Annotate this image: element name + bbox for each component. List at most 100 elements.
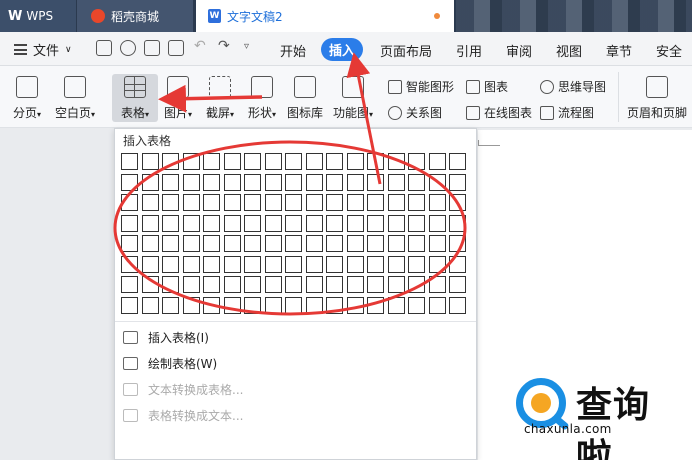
- tab-document[interactable]: W 文字文稿2: [196, 0, 454, 32]
- menu-insert[interactable]: 插入: [321, 38, 364, 61]
- smartart-button[interactable]: 智能图形: [388, 78, 454, 95]
- shape-button[interactable]: 形状▾: [242, 76, 282, 121]
- grid-cell[interactable]: [285, 173, 302, 191]
- grid-cell[interactable]: [408, 276, 425, 293]
- grid-cell[interactable]: [285, 296, 302, 314]
- grid-cell[interactable]: [121, 296, 138, 314]
- grid-cell[interactable]: [387, 276, 405, 293]
- grid-cell[interactable]: [428, 276, 446, 293]
- grid-cell[interactable]: [428, 255, 446, 273]
- grid-cell[interactable]: [367, 296, 384, 314]
- relation-chart-button[interactable]: 关系图: [388, 104, 442, 121]
- flowchart-button[interactable]: 流程图: [540, 104, 594, 121]
- grid-cell[interactable]: [326, 214, 343, 232]
- grid-cell[interactable]: [449, 276, 466, 293]
- grid-cell[interactable]: [387, 173, 405, 191]
- print-icon[interactable]: [144, 40, 160, 56]
- grid-cell[interactable]: [408, 214, 425, 232]
- grid-cell[interactable]: [285, 276, 302, 293]
- grid-cell[interactable]: [449, 173, 466, 191]
- grid-cell[interactable]: [408, 255, 425, 273]
- grid-cell[interactable]: [285, 255, 302, 273]
- grid-cell[interactable]: [326, 153, 343, 170]
- grid-cell[interactable]: [387, 194, 405, 211]
- grid-cell[interactable]: [305, 255, 323, 273]
- grid-cell[interactable]: [449, 214, 466, 232]
- tab-shop[interactable]: 稻壳商城: [77, 0, 193, 32]
- grid-cell[interactable]: [182, 255, 200, 273]
- grid-cell[interactable]: [387, 255, 405, 273]
- grid-cell[interactable]: [203, 194, 220, 211]
- mindmap-button[interactable]: 思维导图: [540, 78, 606, 95]
- grid-cell[interactable]: [162, 194, 179, 211]
- online-chart-button[interactable]: 在线图表: [466, 104, 532, 121]
- grid-cell[interactable]: [141, 194, 159, 211]
- undo-icon[interactable]: ↶: [194, 38, 206, 54]
- format-painter-icon[interactable]: [120, 40, 136, 56]
- grid-cell[interactable]: [182, 194, 200, 211]
- menu-start[interactable]: 开始: [280, 41, 306, 60]
- grid-cell[interactable]: [223, 153, 241, 170]
- grid-cell[interactable]: [162, 153, 179, 170]
- grid-cell[interactable]: [326, 276, 343, 293]
- save-icon[interactable]: [96, 40, 112, 56]
- grid-cell[interactable]: [121, 153, 138, 170]
- grid-cell[interactable]: [162, 296, 179, 314]
- grid-cell[interactable]: [326, 296, 343, 314]
- grid-cell[interactable]: [223, 296, 241, 314]
- table-button[interactable]: 表格▾: [112, 74, 158, 122]
- grid-cell[interactable]: [449, 153, 466, 170]
- grid-cell[interactable]: [449, 194, 466, 211]
- grid-cell[interactable]: [264, 276, 282, 293]
- menu-security[interactable]: 安全: [656, 41, 682, 60]
- grid-cell[interactable]: [264, 296, 282, 314]
- function-chart-button[interactable]: 功能图▾: [330, 76, 376, 121]
- grid-cell[interactable]: [449, 235, 466, 252]
- grid-cell[interactable]: [244, 235, 261, 252]
- grid-cell[interactable]: [203, 276, 220, 293]
- grid-cell[interactable]: [408, 173, 425, 191]
- grid-cell[interactable]: [285, 194, 302, 211]
- page-break-button[interactable]: 分页▾: [8, 76, 46, 121]
- grid-cell[interactable]: [408, 153, 425, 170]
- grid-cell[interactable]: [244, 153, 261, 170]
- grid-cell[interactable]: [141, 235, 159, 252]
- screenshot-button[interactable]: 截屏▾: [200, 76, 240, 121]
- grid-cell[interactable]: [408, 194, 425, 211]
- grid-cell[interactable]: [244, 194, 261, 211]
- draw-table-item[interactable]: 绘制表格(W): [123, 355, 217, 372]
- grid-cell[interactable]: [264, 153, 282, 170]
- grid-cell[interactable]: [121, 173, 138, 191]
- grid-cell[interactable]: [141, 153, 159, 170]
- redo-icon[interactable]: ↷: [218, 38, 230, 54]
- grid-cell[interactable]: [367, 276, 384, 293]
- tab-wps[interactable]: W WPS: [0, 0, 76, 32]
- grid-cell[interactable]: [264, 194, 282, 211]
- grid-cell[interactable]: [203, 214, 220, 232]
- table-to-text-item[interactable]: 表格转换成文本...: [123, 407, 243, 424]
- grid-cell[interactable]: [182, 214, 200, 232]
- grid-cell[interactable]: [223, 235, 241, 252]
- picture-button[interactable]: 图片▾: [158, 76, 198, 121]
- grid-cell[interactable]: [428, 194, 446, 211]
- grid-cell[interactable]: [408, 296, 425, 314]
- grid-cell[interactable]: [141, 296, 159, 314]
- grid-cell[interactable]: [305, 235, 323, 252]
- grid-cell[interactable]: [264, 255, 282, 273]
- grid-cell[interactable]: [346, 214, 364, 232]
- grid-cell[interactable]: [346, 296, 364, 314]
- grid-cell[interactable]: [387, 153, 405, 170]
- grid-cell[interactable]: [203, 173, 220, 191]
- grid-cell[interactable]: [305, 194, 323, 211]
- blank-page-button[interactable]: 空白页▾: [52, 76, 98, 121]
- grid-cell[interactable]: [285, 214, 302, 232]
- menu-chapter[interactable]: 章节: [606, 41, 632, 60]
- grid-cell[interactable]: [367, 214, 384, 232]
- grid-cell[interactable]: [244, 214, 261, 232]
- insert-table-item[interactable]: 插入表格(I): [123, 329, 209, 346]
- grid-cell[interactable]: [305, 173, 323, 191]
- grid-cell[interactable]: [223, 214, 241, 232]
- grid-cell[interactable]: [223, 173, 241, 191]
- grid-cell[interactable]: [367, 194, 384, 211]
- grid-cell[interactable]: [203, 235, 220, 252]
